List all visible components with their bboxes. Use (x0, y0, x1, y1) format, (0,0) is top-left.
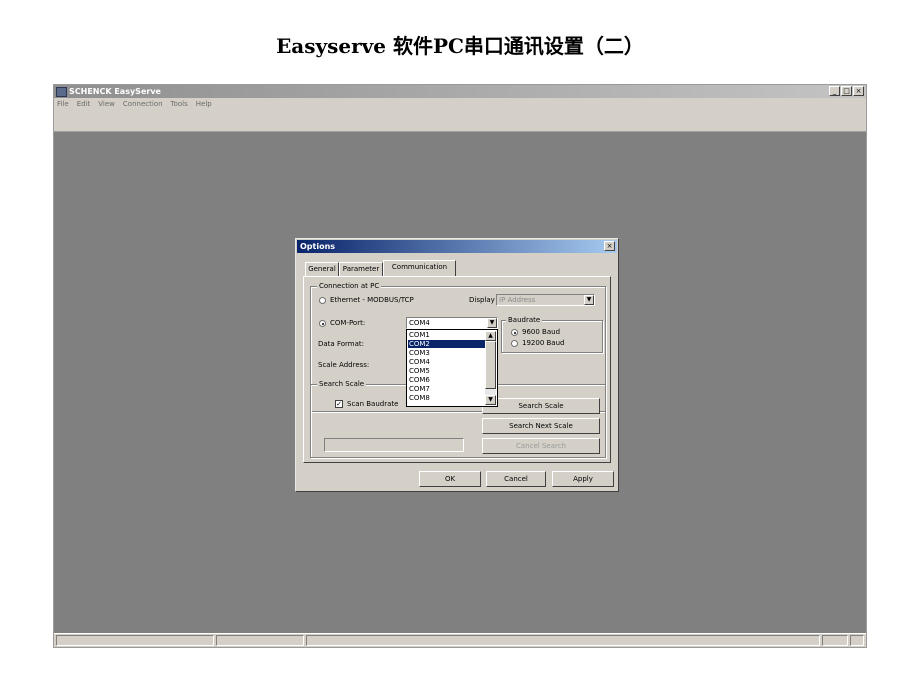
comport-dropdown-list[interactable]: COM1 COM2 COM3 COM4 COM5 COM6 COM7 COM8 … (406, 329, 498, 407)
tab-parameter[interactable]: Parameter (339, 262, 383, 276)
scroll-down-icon[interactable]: ▼ (485, 395, 496, 405)
list-item-highlighted[interactable]: COM2 (408, 340, 485, 348)
baud-19200-label: 19200 Baud (522, 339, 565, 347)
status-bar (54, 633, 866, 647)
search-scale-group-label: Search Scale (317, 379, 367, 389)
slide-title: Easyserve 软件PC串口通讯设置（二） (276, 34, 644, 58)
app-titlebar[interactable]: SCHENCK EasyServe _ □ × (54, 85, 866, 98)
ok-button[interactable]: OK (419, 471, 481, 487)
chevron-down-icon: ▼ (584, 295, 594, 305)
display-label: Display (469, 296, 495, 304)
cancel-button[interactable]: Cancel (486, 471, 546, 487)
menu-help[interactable]: Help (196, 98, 212, 110)
list-item[interactable]: COM5 (408, 367, 485, 375)
menu-file[interactable]: File (57, 98, 69, 110)
comport-value: COM4 (409, 319, 430, 327)
comport-select[interactable]: COM4 ▼ (406, 317, 498, 329)
menu-view[interactable]: View (98, 98, 115, 110)
minimize-button[interactable]: _ (829, 86, 840, 96)
menu-edit[interactable]: Edit (77, 98, 91, 110)
cancel-search-button[interactable]: Cancel Search (482, 438, 600, 454)
baud-9600-label: 9600 Baud (522, 328, 561, 336)
communication-panel: Connection at PC Ethernet - MODBUS/TCP D… (303, 276, 611, 463)
maximize-button[interactable]: □ (841, 86, 852, 96)
baudrate-group-label: Baudrate (506, 315, 543, 325)
comport-label: COM-Port: (330, 319, 366, 327)
scan-baudrate-checkbox[interactable]: ✓ (335, 400, 343, 408)
list-item[interactable]: COM3 (408, 349, 485, 357)
dropdown-scrollbar[interactable]: ▲ ▼ (485, 331, 496, 405)
ethernet-radio[interactable] (319, 297, 326, 304)
baud-19200-radio[interactable] (511, 340, 518, 347)
list-item[interactable]: COM4 (408, 358, 485, 366)
search-progress-bar (324, 438, 464, 452)
dialog-titlebar[interactable]: Options × (297, 240, 617, 253)
display-select[interactable]: IP Address ▼ (496, 294, 595, 306)
size-grip[interactable] (850, 635, 864, 646)
baud-9600-radio[interactable] (511, 329, 518, 336)
display-value: IP Address (499, 296, 536, 304)
close-button[interactable]: × (853, 86, 864, 96)
toolbar (54, 110, 866, 132)
dialog-title: Options (300, 242, 336, 251)
status-panel-4 (822, 635, 848, 646)
ethernet-label: Ethernet - MODBUS/TCP (330, 296, 414, 304)
app-icon (56, 87, 67, 97)
connection-group-label: Connection at PC (317, 281, 382, 291)
list-item[interactable]: COM6 (408, 376, 485, 384)
list-item[interactable]: COM1 (408, 331, 485, 339)
search-scale-button[interactable]: Search Scale (482, 398, 600, 414)
scan-baudrate-label: Scan Baudrate (347, 400, 399, 408)
status-panel-2 (216, 635, 304, 646)
menu-tools[interactable]: Tools (171, 98, 188, 110)
status-panel-1 (56, 635, 214, 646)
tab-communication[interactable]: Communication (383, 260, 456, 276)
scale-address-label: Scale Address: (318, 361, 370, 369)
list-item[interactable]: COM8 (408, 394, 485, 402)
comport-radio[interactable] (319, 320, 326, 327)
menu-connection[interactable]: Connection (123, 98, 163, 110)
status-panel-3 (306, 635, 820, 646)
scroll-up-icon[interactable]: ▲ (485, 331, 496, 341)
apply-button[interactable]: Apply (552, 471, 614, 487)
dialog-close-button[interactable]: × (604, 241, 615, 251)
data-format-label: Data Format: (318, 340, 364, 348)
chevron-down-icon[interactable]: ▼ (487, 318, 497, 328)
app-title: SCHENCK EasyServe (69, 87, 161, 96)
scroll-thumb[interactable] (485, 341, 496, 389)
search-next-scale-button[interactable]: Search Next Scale (482, 418, 600, 434)
tab-general[interactable]: General (305, 262, 339, 276)
list-item[interactable]: COM7 (408, 385, 485, 393)
options-dialog: Options × General Parameter Communicatio… (295, 238, 619, 492)
menu-bar: File Edit View Connection Tools Help (54, 98, 866, 110)
